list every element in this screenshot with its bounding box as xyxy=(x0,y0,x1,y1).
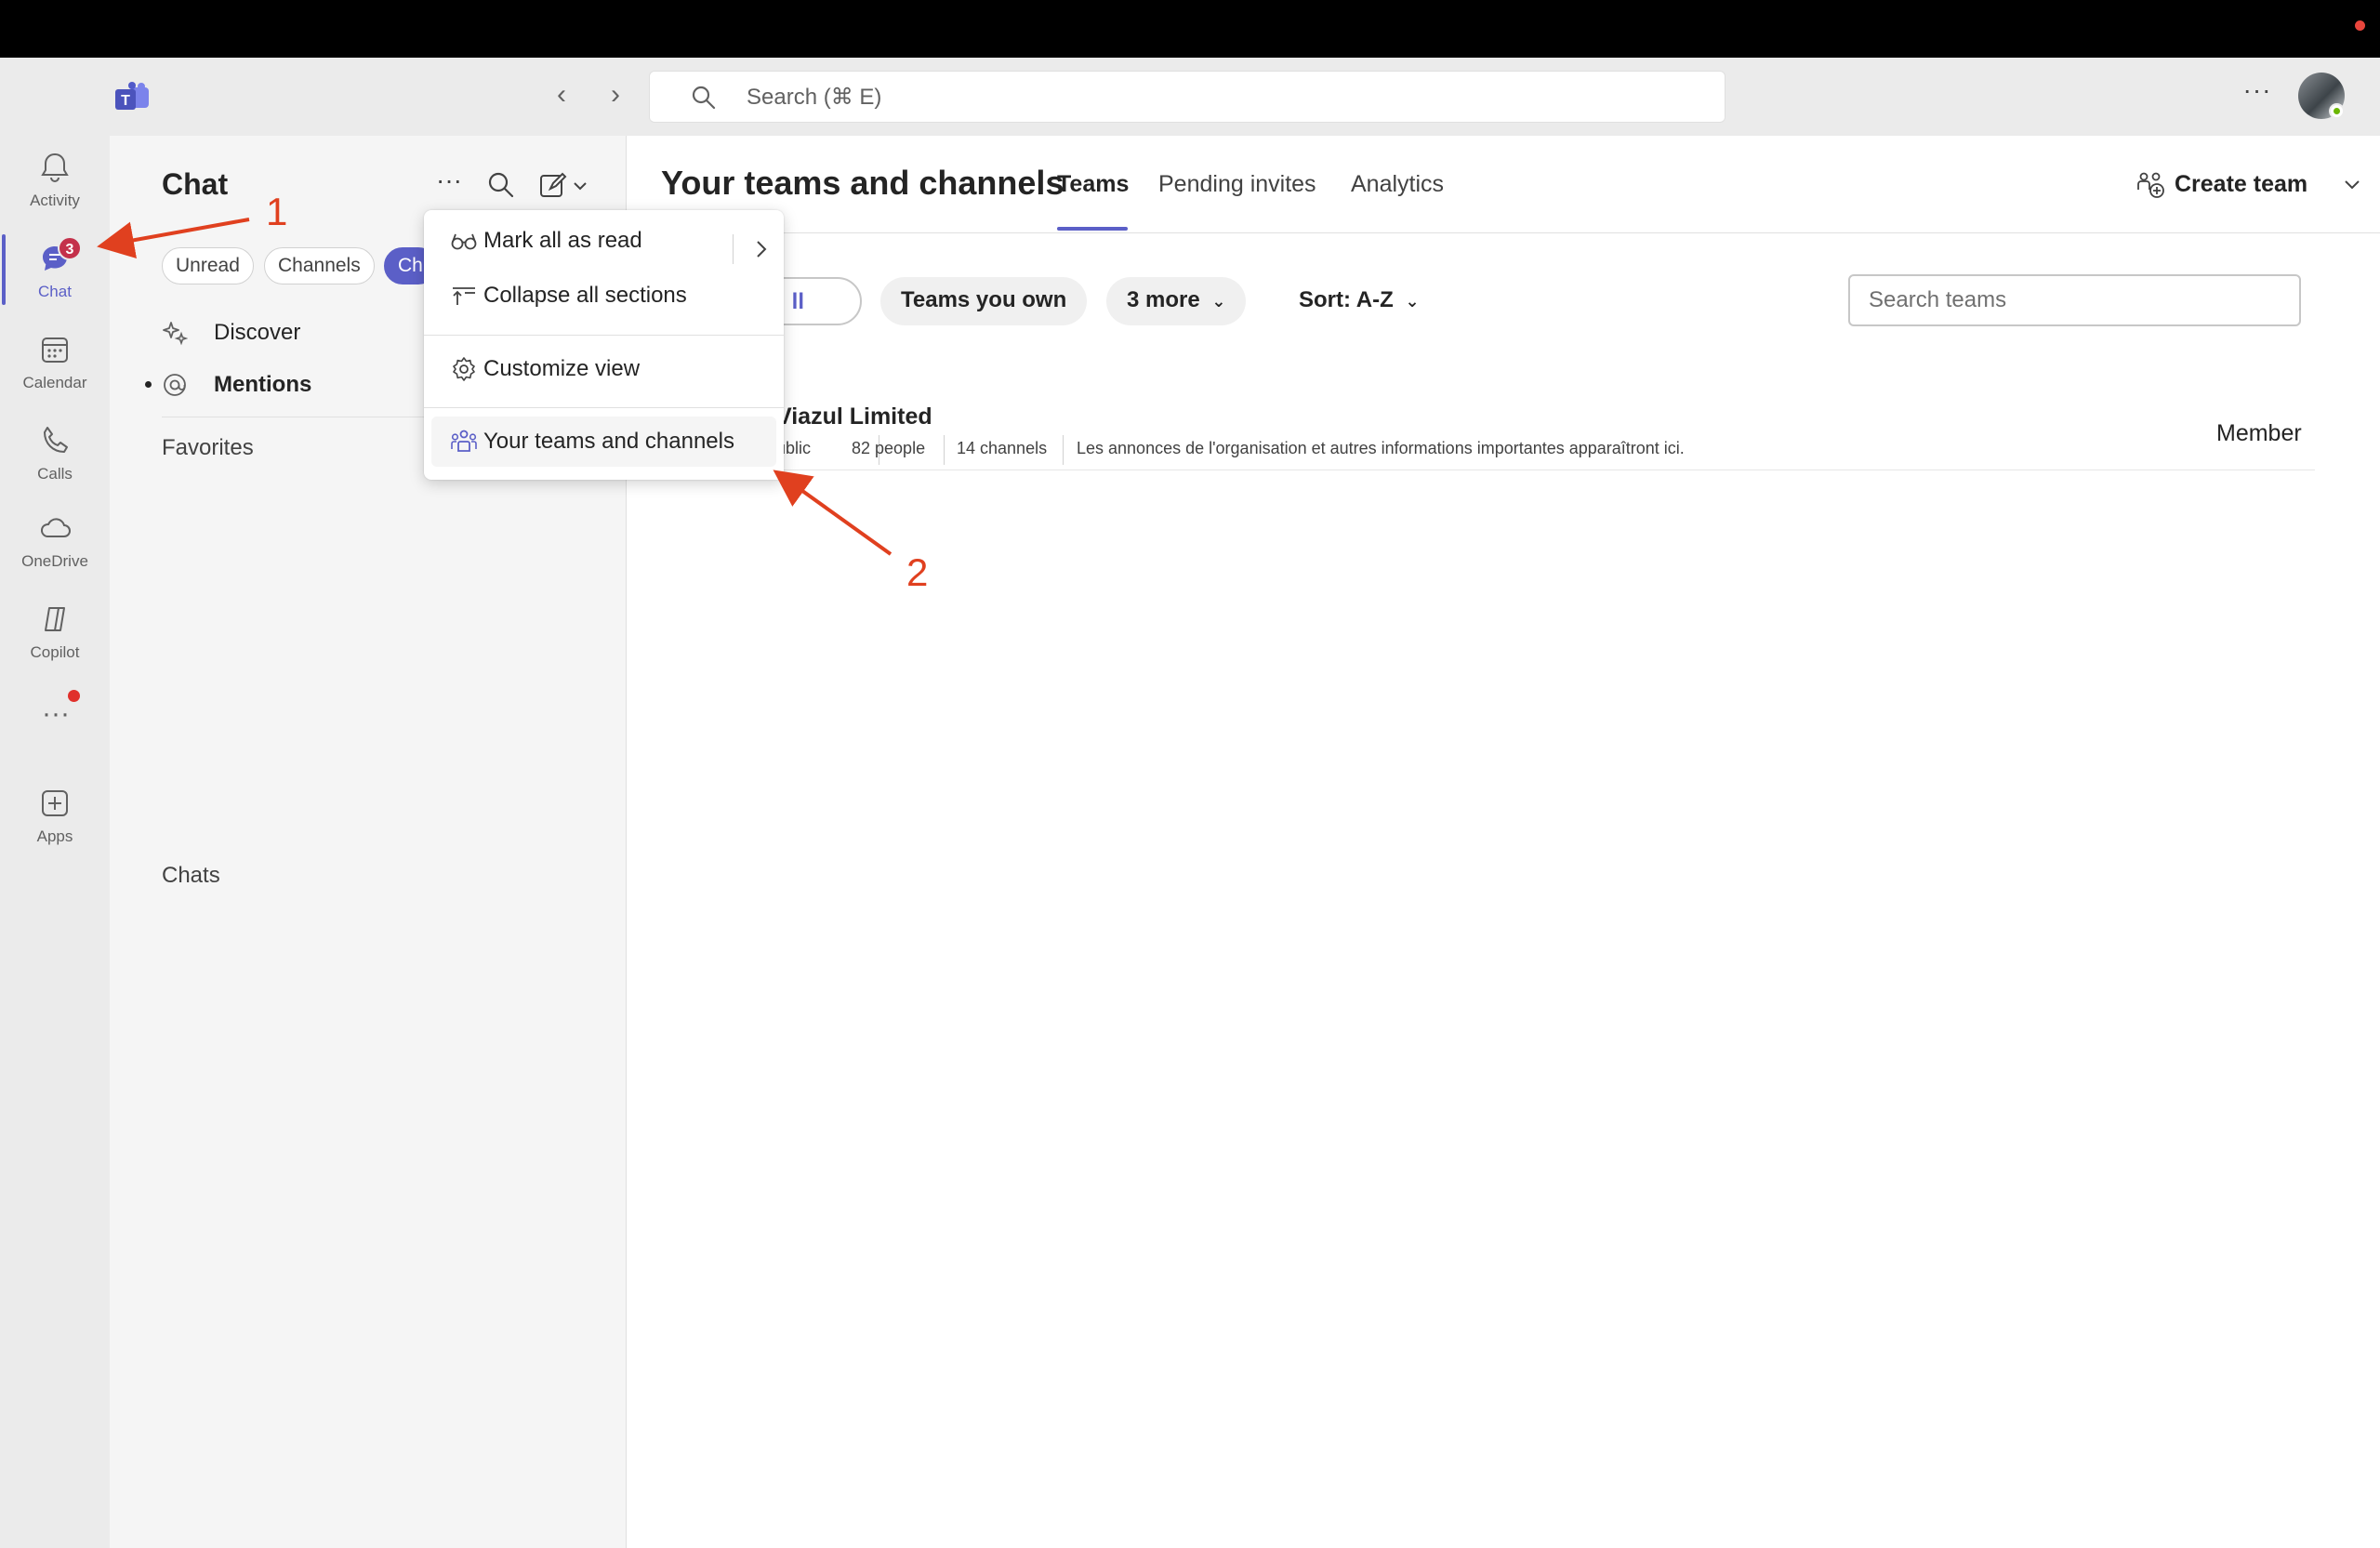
section-favorites[interactable]: Favorites xyxy=(162,435,254,461)
app-rail: Activity Chat 3 Calendar Calls OneDrive … xyxy=(0,136,110,1548)
menu-item-label: Customize view xyxy=(483,356,641,381)
sort-dropdown[interactable]: Sort: A-Z ⌄ xyxy=(1278,277,1440,325)
annotation-label-2: 2 xyxy=(906,550,929,594)
tab-teams[interactable]: Teams xyxy=(1057,171,1129,198)
menu-item-customize-view[interactable]: Customize view xyxy=(431,344,776,394)
rail-label: Calendar xyxy=(22,374,87,391)
svg-text:T: T xyxy=(121,93,130,109)
divider xyxy=(733,234,734,264)
create-team-label: Create team xyxy=(2175,171,2308,197)
chevron-down-icon: ⌄ xyxy=(1211,292,1226,311)
filter-teams-you-own[interactable]: Teams you own xyxy=(880,277,1088,325)
sort-label: Sort: A-Z xyxy=(1299,287,1394,312)
divider xyxy=(944,435,945,465)
new-chat-icon[interactable] xyxy=(537,169,593,201)
rail-label: Chat xyxy=(38,283,72,300)
tab-active-indicator xyxy=(1057,227,1128,231)
rail-label: Calls xyxy=(37,465,73,483)
copilot-icon xyxy=(45,607,65,631)
teams-icon xyxy=(451,430,477,452)
chevron-down-icon[interactable] xyxy=(2341,173,2363,195)
unread-badge: 3 xyxy=(58,236,82,260)
tab-analytics[interactable]: Analytics xyxy=(1351,171,1444,198)
menu-item-collapse-all[interactable]: Collapse all sections xyxy=(431,271,776,321)
menu-item-label: Your teams and channels xyxy=(483,429,734,454)
team-role: Member xyxy=(2216,420,2302,446)
forward-arrow-icon[interactable]: › xyxy=(599,78,632,112)
divider xyxy=(628,232,2380,233)
more-options-icon[interactable]: ··· xyxy=(433,167,465,201)
team-row[interactable]: Viazul Limited ublic 82 people 14 channe… xyxy=(628,383,2315,470)
rail-item-onedrive[interactable]: OneDrive xyxy=(0,502,110,586)
macos-top-bar xyxy=(0,0,2380,58)
filter-channels[interactable]: Channels xyxy=(264,247,375,284)
add-app-icon xyxy=(42,790,68,816)
menu-item-mark-all-read[interactable]: Mark all as read xyxy=(431,216,776,266)
chat-options-menu: Mark all as read Collapse all sections C… xyxy=(424,210,784,480)
rail-item-apps[interactable]: Apps xyxy=(0,777,110,861)
rail-label: Apps xyxy=(36,827,73,845)
menu-divider xyxy=(424,407,784,408)
global-search-box[interactable] xyxy=(649,71,1726,123)
teams-logo-icon: T xyxy=(115,82,149,110)
more-options-icon[interactable]: ··· xyxy=(2239,76,2276,113)
rail-item-activity[interactable]: Activity xyxy=(0,141,110,225)
pane-title: Chat xyxy=(162,167,229,201)
team-people: 82 people xyxy=(852,439,926,457)
main-content: Your teams and channels Teams Pending in… xyxy=(628,136,2380,1548)
team-description: Les annonces de l'organisation et autres… xyxy=(1077,439,1685,457)
bell-icon xyxy=(41,152,69,182)
phone-icon xyxy=(44,427,68,453)
filter-more-dropdown[interactable]: 3 more ⌄ xyxy=(1106,277,1247,325)
search-icon[interactable] xyxy=(485,169,517,201)
rail-item-calendar[interactable]: Calendar xyxy=(0,324,110,407)
create-team-icon xyxy=(2137,172,2164,198)
title-bar: T ‹ › ··· xyxy=(0,58,2380,136)
global-search-input[interactable] xyxy=(747,79,1676,116)
back-arrow-icon[interactable]: ‹ xyxy=(545,78,578,112)
chat-row-label: Mentions xyxy=(214,372,312,397)
menu-item-label: Collapse all sections xyxy=(483,283,687,308)
presence-status-icon xyxy=(2329,103,2345,119)
menu-divider xyxy=(424,335,784,336)
filter-unread[interactable]: Unread xyxy=(162,247,254,284)
rail-label: Activity xyxy=(30,192,80,209)
rail-label: Copilot xyxy=(30,643,80,661)
tab-pending-invites[interactable]: Pending invites xyxy=(1158,171,1316,198)
sparkle-icon xyxy=(163,322,188,346)
section-chats[interactable]: Chats xyxy=(162,863,220,889)
rail-item-chat[interactable]: Chat xyxy=(0,232,110,316)
recording-indicator xyxy=(2355,20,2365,31)
rail-label: OneDrive xyxy=(21,552,88,570)
chevron-right-icon[interactable] xyxy=(747,234,775,264)
calendar-icon xyxy=(42,337,68,363)
gear-icon xyxy=(453,357,475,381)
search-teams-input[interactable] xyxy=(1848,274,2301,326)
chat-row-label: Discover xyxy=(214,320,301,345)
divider xyxy=(1063,435,1064,465)
unread-dot xyxy=(145,381,152,388)
collapse-icon xyxy=(453,287,475,305)
page-title: Your teams and channels xyxy=(661,164,1064,202)
more-apps-icon[interactable]: ··· xyxy=(37,700,74,733)
cloud-icon xyxy=(41,518,71,537)
rail-item-calls[interactable]: Calls xyxy=(0,415,110,498)
rail-item-copilot[interactable]: Copilot xyxy=(0,593,110,677)
menu-item-label: Mark all as read xyxy=(483,228,642,253)
menu-item-your-teams-and-channels[interactable]: Your teams and channels xyxy=(431,417,776,467)
annotation-label-1: 1 xyxy=(266,190,288,233)
at-icon xyxy=(164,374,186,396)
team-name[interactable]: Viazul Limited xyxy=(776,404,932,430)
chevron-down-icon: ⌄ xyxy=(1405,292,1420,311)
search-icon xyxy=(692,86,716,110)
glasses-icon xyxy=(451,233,477,250)
filter-more-label: 3 more xyxy=(1127,287,1200,312)
team-channels: 14 channels xyxy=(957,439,1048,457)
